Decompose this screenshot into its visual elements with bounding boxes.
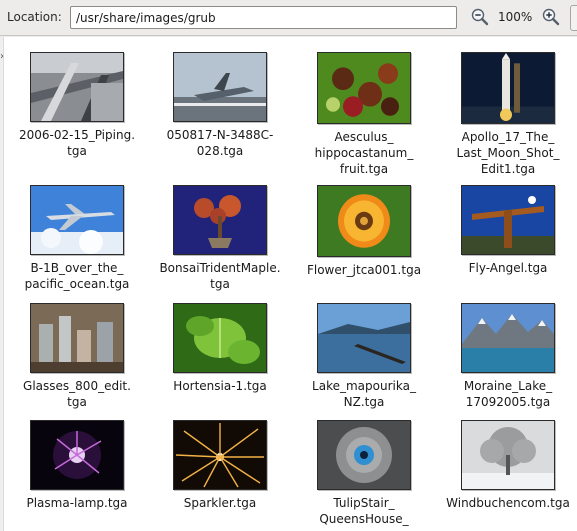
file-item[interactable]: Flower_jtca001.tga [294, 185, 434, 278]
icon-view[interactable]: › 2006-02-15_Piping. tga 050817-N-3488C- … [0, 37, 577, 531]
file-thumbnail[interactable] [461, 52, 555, 124]
file-thumbnail[interactable] [317, 52, 411, 124]
zoom-in-icon[interactable] [542, 8, 560, 26]
file-item[interactable]: Plasma-lamp.tga [7, 420, 147, 511]
file-thumbnail[interactable] [461, 185, 555, 255]
file-name: Moraine_Lake_ 17092005.tga [463, 379, 553, 409]
toolbar-overflow-button[interactable] [570, 5, 577, 31]
file-thumbnail[interactable] [173, 185, 267, 255]
file-name: TulipStair_ QueensHouse_ [319, 496, 409, 526]
file-item[interactable]: Glasses_800_edit. tga [7, 303, 147, 410]
file-item[interactable]: 050817-N-3488C- 028.tga [150, 52, 290, 159]
file-name: Aesculus_ hippocastanum_ fruit.tga [314, 130, 414, 176]
file-name: Hortensia-1.tga [173, 379, 267, 393]
file-thumbnail[interactable] [30, 420, 124, 490]
file-name: Flower_jtca001.tga [306, 263, 422, 277]
file-item[interactable]: 2006-02-15_Piping. tga [7, 52, 147, 159]
file-thumbnail[interactable] [461, 303, 555, 373]
file-item[interactable]: Aesculus_ hippocastanum_ fruit.tga [294, 52, 434, 177]
file-thumbnail[interactable] [317, 185, 411, 257]
file-name: BonsaiTridentMaple. tga [159, 261, 281, 291]
file-name: Windbuchencom.tga [446, 496, 570, 510]
file-thumbnail[interactable] [317, 420, 411, 490]
file-thumbnail[interactable] [30, 52, 124, 122]
file-name: Sparkler.tga [183, 496, 257, 510]
file-item[interactable]: Apollo_17_The_ Last_Moon_Shot_ Edit1.tga [438, 52, 577, 177]
sidebar-edge-mark: › [0, 51, 4, 62]
file-name: Lake_mapourika_ NZ.tga [312, 379, 416, 409]
file-thumbnail[interactable] [30, 185, 124, 255]
file-item[interactable]: B-1B_over_the_ pacific_ocean.tga [7, 185, 147, 292]
file-name: B-1B_over_the_ pacific_ocean.tga [24, 261, 130, 291]
location-label: Location: [7, 10, 62, 24]
file-thumbnail[interactable] [173, 303, 267, 373]
file-thumbnail[interactable] [173, 52, 267, 122]
file-name: 2006-02-15_Piping. tga [18, 128, 136, 158]
file-item[interactable]: TulipStair_ QueensHouse_ [294, 420, 434, 527]
zoom-out-icon[interactable] [471, 8, 489, 26]
file-item[interactable]: Moraine_Lake_ 17092005.tga [438, 303, 577, 410]
file-name: Apollo_17_The_ Last_Moon_Shot_ Edit1.tga [456, 130, 560, 176]
file-item[interactable]: BonsaiTridentMaple. tga [150, 185, 290, 292]
file-item[interactable]: Sparkler.tga [150, 420, 290, 511]
file-thumbnail[interactable] [30, 303, 124, 373]
file-item[interactable]: Windbuchencom.tga [438, 420, 577, 511]
sidebar-edge[interactable]: › [0, 37, 4, 531]
zoom-level: 100% [498, 10, 533, 24]
file-name: Plasma-lamp.tga [26, 496, 128, 510]
file-thumbnail[interactable] [317, 303, 411, 373]
file-item[interactable]: Hortensia-1.tga [150, 303, 290, 394]
file-item[interactable]: Lake_mapourika_ NZ.tga [294, 303, 434, 410]
file-item[interactable]: Fly-Angel.tga [438, 185, 577, 276]
file-thumbnail[interactable] [173, 420, 267, 490]
file-name: 050817-N-3488C- 028.tga [166, 128, 274, 158]
location-input[interactable] [70, 6, 457, 29]
location-toolbar: Location: 100% [0, 0, 577, 36]
file-thumbnail[interactable] [461, 420, 555, 490]
file-name: Fly-Angel.tga [468, 261, 548, 275]
file-name: Glasses_800_edit. tga [23, 379, 131, 409]
